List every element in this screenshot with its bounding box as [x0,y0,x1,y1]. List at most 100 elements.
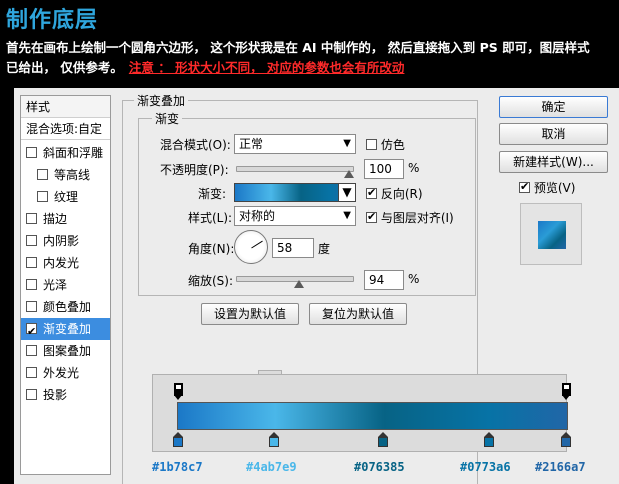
style-item-label: 纹理 [54,190,79,204]
opacity-stop-right[interactable] [562,383,571,400]
style-item-label: 斜面和浮雕 [43,146,104,160]
style-item-drop-shadow[interactable]: 投影 [21,384,110,406]
style-item-label: 外发光 [43,366,80,380]
style-item-label: 等高线 [54,168,91,182]
gradient-label: 渐变: [198,187,227,201]
chevron-down-icon: ▼ [343,138,351,149]
align-label: 与图层对齐(I) [380,211,454,225]
gradient-overlay-title: 渐变叠加 [134,92,189,109]
style-item-inner-glow[interactable]: 内发光 [21,252,110,274]
color-stop[interactable] [484,432,494,447]
preview-checkbox[interactable] [519,180,530,193]
gradient-dropdown[interactable]: ▼ [338,183,356,202]
color-stop-swatch [173,437,183,447]
blend-mode-select[interactable]: 正常 ▼ [234,134,356,154]
stop-hex-label: #1b78c7 [152,460,203,474]
style-item-label: 渐变叠加 [43,322,92,336]
inner-shadow-checkbox[interactable] [26,235,37,246]
gradient-group-title: 渐变 [152,110,183,127]
style-item-label: 内发光 [43,256,80,270]
style-item-contour[interactable]: 等高线 [21,164,110,186]
scale-slider-thumb[interactable] [294,280,304,288]
preview-option[interactable]: 预览(V) [519,179,575,196]
color-stop[interactable] [173,432,183,447]
dither-label: 仿色 [380,138,405,152]
blend-options-item[interactable]: 混合选项:自定 [21,118,110,140]
color-stop-swatch [561,437,571,447]
description-line-1: 首先在画布上绘制一个圆角六边形， 这个形状我是在 AI 中制作的， 然后直接拖入… [6,40,590,55]
gradient-overlay-checkbox[interactable] [26,321,37,343]
style-item-pattern-overlay[interactable]: 图案叠加 [21,340,110,362]
style-item-color-overlay[interactable]: 颜色叠加 [21,296,110,318]
contour-checkbox[interactable] [37,169,48,180]
preview-swatch [538,221,566,249]
page-title: 制作底层 [6,8,99,33]
preview-label: 预览(V) [533,181,576,195]
opacity-stop-left[interactable] [174,383,183,400]
style-item-satin[interactable]: 光泽 [21,274,110,296]
reset-default-button[interactable]: 复位为默认值 [309,303,407,325]
style-label: 样式(L): [188,211,233,225]
scale-label: 缩放(S): [188,274,234,288]
angle-dial[interactable] [234,230,268,264]
color-stop-swatch [269,437,279,447]
color-stop[interactable] [561,432,571,447]
color-stop-swatch [484,437,494,447]
new-style-button[interactable]: 新建样式(W)... [499,151,608,173]
style-value: 对称的 [239,209,276,223]
style-item-label: 描边 [43,212,68,226]
angle-unit: 度 [318,242,331,256]
warning-text: 注意 ： 形状大小不同， 对应的参数也会有所改动 [128,60,405,75]
pattern-overlay-checkbox[interactable] [26,345,37,356]
outer-glow-checkbox[interactable] [26,367,37,378]
align-option[interactable]: 与图层对齐(I) [366,209,454,226]
satin-checkbox[interactable] [26,279,37,290]
color-stop-swatch [378,437,388,447]
gradient-bar [177,402,568,430]
blend-mode-label: 混合模式(O): [160,138,231,152]
style-list-header: 样式 [21,96,110,118]
scale-input[interactable]: 94 [364,270,404,290]
texture-checkbox[interactable] [37,191,48,202]
opacity-slider-thumb[interactable] [344,170,354,178]
color-stop[interactable] [378,432,388,447]
style-item-texture[interactable]: 纹理 [21,186,110,208]
chevron-down-icon: ▼ [342,185,352,199]
dither-option[interactable]: 仿色 [366,136,405,153]
color-overlay-checkbox[interactable] [26,301,37,312]
blend-mode-value: 正常 [239,137,264,151]
style-item-label: 光泽 [43,278,68,292]
style-select[interactable]: 对称的 ▼ [234,206,356,226]
angle-input[interactable]: 58 [272,238,314,258]
opacity-input[interactable]: 100 [364,159,404,179]
stop-hex-label: #4ab7e9 [246,460,297,474]
style-item-bevel[interactable]: 斜面和浮雕 [21,142,110,164]
style-item-label: 图案叠加 [43,344,92,358]
style-item-label: 内阴影 [43,234,80,248]
dither-checkbox[interactable] [366,139,377,150]
drop-shadow-checkbox[interactable] [26,389,37,400]
style-item-inner-shadow[interactable]: 内阴影 [21,230,110,252]
set-default-button[interactable]: 设置为默认值 [201,303,299,325]
stroke-checkbox[interactable] [26,213,37,224]
cancel-button[interactable]: 取消 [499,123,608,145]
style-item-gradient-overlay[interactable]: 渐变叠加 [21,318,110,343]
style-item-stroke[interactable]: 描边 [21,208,110,230]
stop-hex-label: #076385 [354,460,405,474]
bevel-checkbox[interactable] [26,147,37,158]
opacity-label: 不透明度(P): [160,163,229,177]
align-checkbox[interactable] [366,210,377,223]
stop-hex-label: #2166a7 [535,460,586,474]
reverse-option[interactable]: 反向(R) [366,185,423,202]
inner-glow-checkbox[interactable] [26,257,37,268]
opacity-slider-track[interactable] [236,166,354,172]
style-item-outer-glow[interactable]: 外发光 [21,362,110,384]
style-item-label: 投影 [43,388,68,402]
color-stop[interactable] [269,432,279,447]
style-list: 样式 混合选项:自定 斜面和浮雕 等高线 纹理 描边 内阴影 内发光 光泽 颜色… [20,95,111,475]
stop-hex-label: #0773a6 [460,460,511,474]
ok-button[interactable]: 确定 [499,96,608,118]
reverse-checkbox[interactable] [366,186,377,199]
reverse-label: 反向(R) [380,187,423,201]
style-preview [520,203,582,265]
